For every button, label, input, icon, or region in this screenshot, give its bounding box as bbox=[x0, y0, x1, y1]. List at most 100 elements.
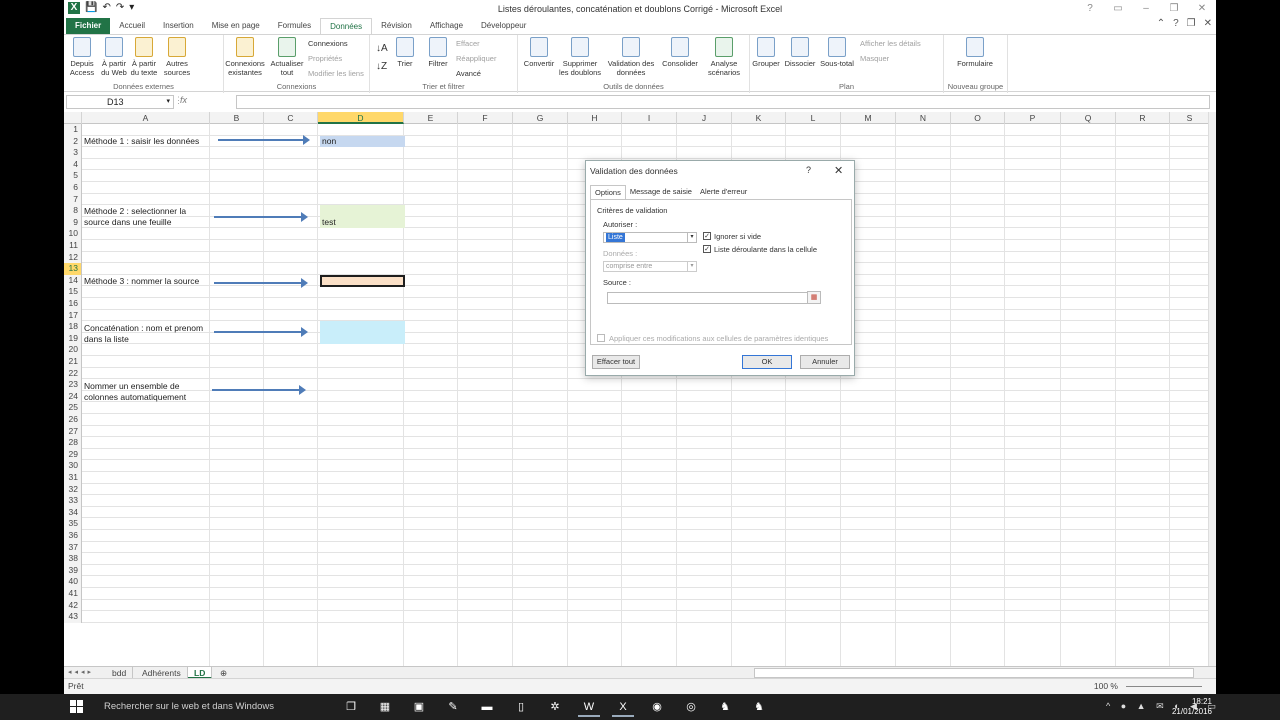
column-header-p[interactable]: P bbox=[1005, 112, 1061, 124]
column-header-o[interactable]: O bbox=[951, 112, 1005, 124]
app2-icon[interactable]: ♞ bbox=[748, 697, 770, 717]
ignore-blank-checkbox[interactable]: ✓ bbox=[703, 232, 711, 240]
from-access-button[interactable]: Depuis Access bbox=[66, 37, 98, 77]
row-header-32[interactable]: 32 bbox=[64, 483, 82, 496]
sort-za-icon[interactable]: ↓Z bbox=[376, 61, 387, 72]
ribbon-options-icon[interactable]: ▭ bbox=[1104, 0, 1132, 18]
vertical-scrollbar[interactable] bbox=[1208, 112, 1216, 666]
cell-a17[interactable]: Concaténation : nom et prenom dans la li… bbox=[84, 323, 212, 345]
row-header-19[interactable]: 19 bbox=[64, 332, 82, 345]
window-restore-icon[interactable]: ❐ bbox=[1187, 18, 1196, 29]
dialog-close-button[interactable]: ✕ bbox=[834, 164, 843, 177]
row-header-36[interactable]: 36 bbox=[64, 530, 82, 542]
row-header-31[interactable]: 31 bbox=[64, 472, 82, 484]
row-header-41[interactable]: 41 bbox=[64, 588, 82, 600]
column-header-f[interactable]: F bbox=[458, 112, 513, 124]
column-header-m[interactable]: M bbox=[841, 112, 896, 124]
row-header-35[interactable]: 35 bbox=[64, 518, 82, 530]
column-header-j[interactable]: J bbox=[677, 112, 732, 124]
tab-accueil[interactable]: Accueil bbox=[110, 18, 154, 34]
row-header-24[interactable]: 24 bbox=[64, 390, 82, 403]
tab-developpeur[interactable]: Développeur bbox=[472, 18, 535, 34]
from-text-button[interactable]: À partir du texte bbox=[128, 37, 160, 77]
form-button[interactable]: Formulaire bbox=[950, 37, 1000, 68]
column-header-g[interactable]: G bbox=[513, 112, 568, 124]
from-web-button[interactable]: À partir du Web bbox=[98, 37, 130, 77]
row-header-14[interactable]: 14 bbox=[64, 274, 82, 287]
explorer-icon[interactable]: ▬ bbox=[476, 697, 498, 717]
store-icon[interactable]: ▣ bbox=[408, 697, 430, 717]
cell-a2[interactable]: Méthode 1 : saisir les données bbox=[84, 136, 212, 147]
tab-input-message[interactable]: Message de saisie bbox=[626, 185, 696, 200]
column-header-r[interactable]: R bbox=[1116, 112, 1170, 124]
row-header-43[interactable]: 43 bbox=[64, 611, 82, 623]
remove-duplicates-button[interactable]: Supprimer les doublons bbox=[558, 37, 602, 77]
tab-error-alert[interactable]: Alerte d'erreur bbox=[696, 185, 751, 200]
cell-a21[interactable]: Nommer un ensemble de colonnes automatiq… bbox=[84, 381, 212, 403]
consolidate-button[interactable]: Consolider bbox=[660, 37, 700, 68]
minimize-icon[interactable]: – bbox=[1132, 0, 1160, 18]
word-icon[interactable]: W bbox=[578, 697, 600, 717]
ungroup-button[interactable]: Dissocier bbox=[782, 37, 818, 68]
pen-app-icon[interactable]: ✎ bbox=[442, 697, 464, 717]
tab-mise-en-page[interactable]: Mise en page bbox=[203, 18, 269, 34]
sort-button[interactable]: Trier bbox=[392, 37, 418, 68]
row-header-7[interactable]: 7 bbox=[64, 193, 82, 206]
clock[interactable]: 18:21 21/01/2016 bbox=[1152, 697, 1212, 717]
column-header-q[interactable]: Q bbox=[1061, 112, 1116, 124]
row-header-26[interactable]: 26 bbox=[64, 414, 82, 426]
help-circle-icon[interactable]: ? bbox=[1173, 18, 1179, 29]
column-header-c[interactable]: C bbox=[264, 112, 318, 124]
row-header-16[interactable]: 16 bbox=[64, 298, 82, 310]
row-header-11[interactable]: 11 bbox=[64, 240, 82, 252]
row-header-10[interactable]: 10 bbox=[64, 228, 82, 240]
row-header-29[interactable]: 29 bbox=[64, 448, 82, 461]
row-header-9[interactable]: 9 bbox=[64, 216, 82, 229]
column-header-i[interactable]: I bbox=[622, 112, 677, 124]
row-header-37[interactable]: 37 bbox=[64, 541, 82, 554]
tab-formules[interactable]: Formules bbox=[269, 18, 320, 34]
tab-affichage[interactable]: Affichage bbox=[421, 18, 472, 34]
ok-button[interactable]: OK bbox=[742, 355, 792, 369]
row-header-33[interactable]: 33 bbox=[64, 495, 82, 507]
range-selector-icon[interactable]: ▦ bbox=[807, 291, 821, 304]
tab-donnees[interactable]: Données bbox=[320, 18, 373, 34]
tab-revision[interactable]: Révision bbox=[372, 18, 421, 34]
subtotal-button[interactable]: Sous-total bbox=[818, 37, 856, 68]
other-sources-button[interactable]: Autres sources bbox=[160, 37, 194, 77]
row-header-28[interactable]: 28 bbox=[64, 437, 82, 449]
cancel-button[interactable]: Annuler bbox=[800, 355, 850, 369]
restore-icon[interactable]: ❐ bbox=[1160, 0, 1188, 18]
calculator-icon[interactable]: ▦ bbox=[374, 697, 396, 717]
row-header-13[interactable]: 13 bbox=[64, 263, 82, 275]
in-cell-dropdown-checkbox[interactable]: ✓ bbox=[703, 245, 711, 253]
zoom-level[interactable]: 100 % bbox=[1094, 679, 1118, 694]
cell-d8[interactable]: test bbox=[322, 217, 450, 228]
column-header-e[interactable]: E bbox=[404, 112, 458, 124]
row-header-17[interactable]: 17 bbox=[64, 309, 82, 322]
row-header-39[interactable]: 39 bbox=[64, 564, 82, 577]
workbook-close-icon[interactable]: ✕ bbox=[1204, 18, 1212, 29]
row-header-27[interactable]: 27 bbox=[64, 425, 82, 438]
column-header-a[interactable]: A bbox=[82, 112, 210, 124]
collapse-ribbon-icon[interactable]: ⌃ bbox=[1157, 18, 1165, 29]
chevron-down-icon[interactable]: ▾ bbox=[687, 233, 696, 242]
convert-button[interactable]: Convertir bbox=[520, 37, 558, 68]
row-header-18[interactable]: 18 bbox=[64, 321, 82, 333]
what-if-analysis-button[interactable]: Analyse scénarios bbox=[702, 37, 746, 77]
tab-options[interactable]: Options bbox=[590, 185, 626, 200]
row-header-42[interactable]: 42 bbox=[64, 599, 82, 612]
row-header-6[interactable]: 6 bbox=[64, 182, 82, 194]
cell-d17-fill[interactable] bbox=[320, 321, 405, 344]
column-header-k[interactable]: K bbox=[732, 112, 786, 124]
existing-connections-button[interactable]: Connexions existantes bbox=[224, 37, 266, 77]
row-header-34[interactable]: 34 bbox=[64, 506, 82, 519]
excel-icon[interactable]: X bbox=[612, 697, 634, 717]
dialog-help-button[interactable]: ? bbox=[806, 165, 811, 175]
taskbar-search[interactable]: Rechercher sur le web et dans Windows bbox=[104, 701, 274, 712]
row-header-2[interactable]: 2 bbox=[64, 135, 82, 148]
column-header-n[interactable]: N bbox=[896, 112, 951, 124]
chrome-icon[interactable]: ◉ bbox=[646, 697, 668, 717]
group-button[interactable]: Grouper bbox=[750, 37, 782, 68]
row-header-4[interactable]: 4 bbox=[64, 158, 82, 171]
